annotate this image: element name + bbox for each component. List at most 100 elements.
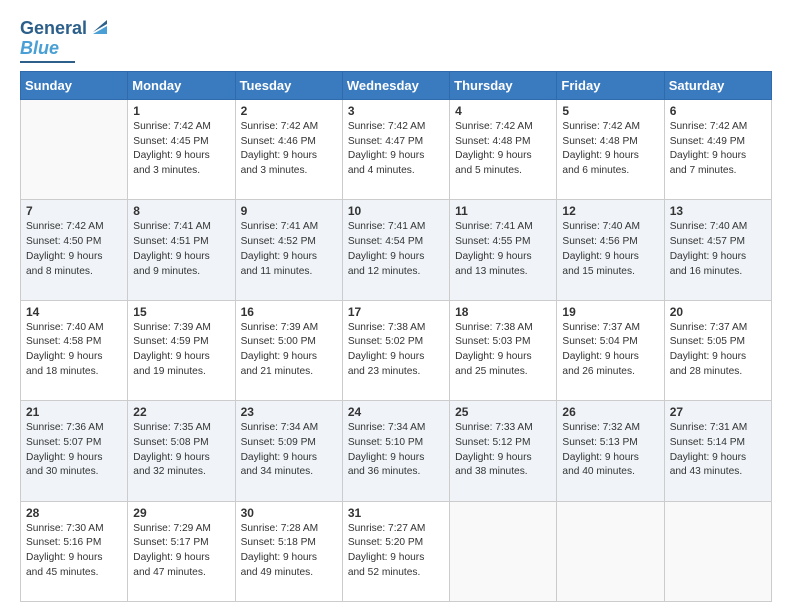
logo: General Blue bbox=[20, 16, 109, 63]
calendar-cell: 25 Sunrise: 7:33 AMSunset: 5:12 PMDayligh… bbox=[450, 401, 557, 501]
calendar-cell: 18Sunrise: 7:38 AMSunset: 5:03 PMDayligh… bbox=[450, 300, 557, 400]
day-info: Sunrise: 7:27 AMSunset: 5:20 PMDaylight:… bbox=[348, 522, 444, 581]
day-info: Sunrise: 7:36 AMSunset: 5:07 PMDaylight:… bbox=[26, 421, 122, 480]
day-info: Sunrise: 7:37 AMSunset: 5:05 PMDaylight:… bbox=[670, 321, 766, 380]
day-number: 8 bbox=[133, 204, 229, 218]
day-number: 21 bbox=[26, 405, 122, 419]
calendar-cell: 22Sunrise: 7:35 AMSunset: 5:08 PMDayligh… bbox=[128, 401, 235, 501]
logo-triangle-icon bbox=[91, 18, 109, 36]
calendar-cell: 30 Sunrise: 7:28 AMSunset: 5:18 PMDayligh… bbox=[235, 501, 342, 601]
day-info: Sunrise: 7:42 AMSunset: 4:49 PMDaylight:… bbox=[670, 120, 766, 179]
day-number: 7 bbox=[26, 204, 122, 218]
calendar-cell: 4 Sunrise: 7:42 AMSunset: 4:48 PMDaylight… bbox=[450, 99, 557, 199]
calendar-cell: 1Sunrise: 7:42 AMSunset: 4:45 PMDaylight… bbox=[128, 99, 235, 199]
day-number: 3 bbox=[348, 104, 444, 118]
calendar-week-row: 28 Sunrise: 7:30 AMSunset: 5:16 PMDayligh… bbox=[21, 501, 772, 601]
day-info: Sunrise: 7:34 AMSunset: 5:09 PMDaylight:… bbox=[241, 421, 337, 480]
calendar-cell: 27 Sunrise: 7:31 AMSunset: 5:14 PMDayligh… bbox=[664, 401, 771, 501]
calendar-cell: 23 Sunrise: 7:34 AMSunset: 5:09 PMDayligh… bbox=[235, 401, 342, 501]
calendar-cell: 29Sunrise: 7:29 AMSunset: 5:17 PMDayligh… bbox=[128, 501, 235, 601]
day-info: Sunrise: 7:40 AMSunset: 4:56 PMDaylight:… bbox=[562, 220, 658, 279]
day-info: Sunrise: 7:40 AMSunset: 4:58 PMDaylight:… bbox=[26, 321, 122, 380]
calendar-cell: 7 Sunrise: 7:42 AMSunset: 4:50 PMDaylight… bbox=[21, 200, 128, 300]
calendar-cell: 10Sunrise: 7:41 AMSunset: 4:54 PMDayligh… bbox=[342, 200, 449, 300]
calendar-table: SundayMondayTuesdayWednesdayThursdayFrid… bbox=[20, 71, 772, 602]
calendar-cell: 5 Sunrise: 7:42 AMSunset: 4:48 PMDaylight… bbox=[557, 99, 664, 199]
day-number: 17 bbox=[348, 305, 444, 319]
day-number: 6 bbox=[670, 104, 766, 118]
day-info: Sunrise: 7:42 AMSunset: 4:47 PMDaylight:… bbox=[348, 120, 444, 179]
day-info: Sunrise: 7:39 AMSunset: 5:00 PMDaylight:… bbox=[241, 321, 337, 380]
calendar-cell: 16 Sunrise: 7:39 AMSunset: 5:00 PMDayligh… bbox=[235, 300, 342, 400]
calendar-cell: 3 Sunrise: 7:42 AMSunset: 4:47 PMDaylight… bbox=[342, 99, 449, 199]
day-info: Sunrise: 7:41 AMSunset: 4:55 PMDaylight:… bbox=[455, 220, 551, 279]
calendar-cell: 11 Sunrise: 7:41 AMSunset: 4:55 PMDayligh… bbox=[450, 200, 557, 300]
day-number: 12 bbox=[562, 204, 658, 218]
calendar-cell: 31 Sunrise: 7:27 AMSunset: 5:20 PMDayligh… bbox=[342, 501, 449, 601]
calendar-header-row: SundayMondayTuesdayWednesdayThursdayFrid… bbox=[21, 71, 772, 99]
calendar-week-row: 21 Sunrise: 7:36 AMSunset: 5:07 PMDayligh… bbox=[21, 401, 772, 501]
calendar-cell: 24Sunrise: 7:34 AMSunset: 5:10 PMDayligh… bbox=[342, 401, 449, 501]
day-info: Sunrise: 7:41 AMSunset: 4:51 PMDaylight:… bbox=[133, 220, 229, 279]
logo-divider bbox=[20, 61, 75, 63]
day-number: 19 bbox=[562, 305, 658, 319]
page: General Blue SundayMondayTuesdayWednesda… bbox=[0, 0, 792, 612]
calendar-cell: 12 Sunrise: 7:40 AMSunset: 4:56 PMDayligh… bbox=[557, 200, 664, 300]
calendar-cell: 9Sunrise: 7:41 AMSunset: 4:52 PMDaylight… bbox=[235, 200, 342, 300]
calendar-week-row: 1Sunrise: 7:42 AMSunset: 4:45 PMDaylight… bbox=[21, 99, 772, 199]
logo-blue: Blue bbox=[20, 39, 59, 59]
day-number: 28 bbox=[26, 506, 122, 520]
calendar-cell: 6 Sunrise: 7:42 AMSunset: 4:49 PMDaylight… bbox=[664, 99, 771, 199]
calendar-week-row: 14Sunrise: 7:40 AMSunset: 4:58 PMDayligh… bbox=[21, 300, 772, 400]
day-info: Sunrise: 7:28 AMSunset: 5:18 PMDaylight:… bbox=[241, 522, 337, 581]
calendar-cell bbox=[21, 99, 128, 199]
day-number: 26 bbox=[562, 405, 658, 419]
calendar-cell: 28 Sunrise: 7:30 AMSunset: 5:16 PMDayligh… bbox=[21, 501, 128, 601]
calendar-cell: 26 Sunrise: 7:32 AMSunset: 5:13 PMDayligh… bbox=[557, 401, 664, 501]
logo-general: General bbox=[20, 19, 87, 39]
day-info: Sunrise: 7:42 AMSunset: 4:46 PMDaylight:… bbox=[241, 120, 337, 179]
day-info: Sunrise: 7:42 AMSunset: 4:48 PMDaylight:… bbox=[562, 120, 658, 179]
col-header-monday: Monday bbox=[128, 71, 235, 99]
day-info: Sunrise: 7:37 AMSunset: 5:04 PMDaylight:… bbox=[562, 321, 658, 380]
day-number: 18 bbox=[455, 305, 551, 319]
day-number: 31 bbox=[348, 506, 444, 520]
day-number: 22 bbox=[133, 405, 229, 419]
calendar-cell: 19 Sunrise: 7:37 AMSunset: 5:04 PMDayligh… bbox=[557, 300, 664, 400]
col-header-thursday: Thursday bbox=[450, 71, 557, 99]
day-number: 30 bbox=[241, 506, 337, 520]
col-header-saturday: Saturday bbox=[664, 71, 771, 99]
day-number: 2 bbox=[241, 104, 337, 118]
day-number: 27 bbox=[670, 405, 766, 419]
calendar-cell: 15Sunrise: 7:39 AMSunset: 4:59 PMDayligh… bbox=[128, 300, 235, 400]
day-number: 10 bbox=[348, 204, 444, 218]
day-info: Sunrise: 7:40 AMSunset: 4:57 PMDaylight:… bbox=[670, 220, 766, 279]
day-number: 15 bbox=[133, 305, 229, 319]
day-info: Sunrise: 7:42 AMSunset: 4:48 PMDaylight:… bbox=[455, 120, 551, 179]
day-info: Sunrise: 7:31 AMSunset: 5:14 PMDaylight:… bbox=[670, 421, 766, 480]
day-number: 5 bbox=[562, 104, 658, 118]
day-number: 20 bbox=[670, 305, 766, 319]
day-number: 25 bbox=[455, 405, 551, 419]
day-number: 13 bbox=[670, 204, 766, 218]
day-number: 29 bbox=[133, 506, 229, 520]
calendar-cell bbox=[664, 501, 771, 601]
day-number: 23 bbox=[241, 405, 337, 419]
day-info: Sunrise: 7:42 AMSunset: 4:50 PMDaylight:… bbox=[26, 220, 122, 279]
calendar-cell bbox=[557, 501, 664, 601]
col-header-wednesday: Wednesday bbox=[342, 71, 449, 99]
col-header-tuesday: Tuesday bbox=[235, 71, 342, 99]
day-number: 4 bbox=[455, 104, 551, 118]
day-info: Sunrise: 7:30 AMSunset: 5:16 PMDaylight:… bbox=[26, 522, 122, 581]
calendar-cell: 14Sunrise: 7:40 AMSunset: 4:58 PMDayligh… bbox=[21, 300, 128, 400]
calendar-cell: 2 Sunrise: 7:42 AMSunset: 4:46 PMDaylight… bbox=[235, 99, 342, 199]
day-number: 11 bbox=[455, 204, 551, 218]
day-info: Sunrise: 7:32 AMSunset: 5:13 PMDaylight:… bbox=[562, 421, 658, 480]
calendar-cell bbox=[450, 501, 557, 601]
col-header-friday: Friday bbox=[557, 71, 664, 99]
day-number: 16 bbox=[241, 305, 337, 319]
calendar-cell: 17Sunrise: 7:38 AMSunset: 5:02 PMDayligh… bbox=[342, 300, 449, 400]
day-number: 9 bbox=[241, 204, 337, 218]
day-info: Sunrise: 7:34 AMSunset: 5:10 PMDaylight:… bbox=[348, 421, 444, 480]
day-info: Sunrise: 7:33 AMSunset: 5:12 PMDaylight:… bbox=[455, 421, 551, 480]
